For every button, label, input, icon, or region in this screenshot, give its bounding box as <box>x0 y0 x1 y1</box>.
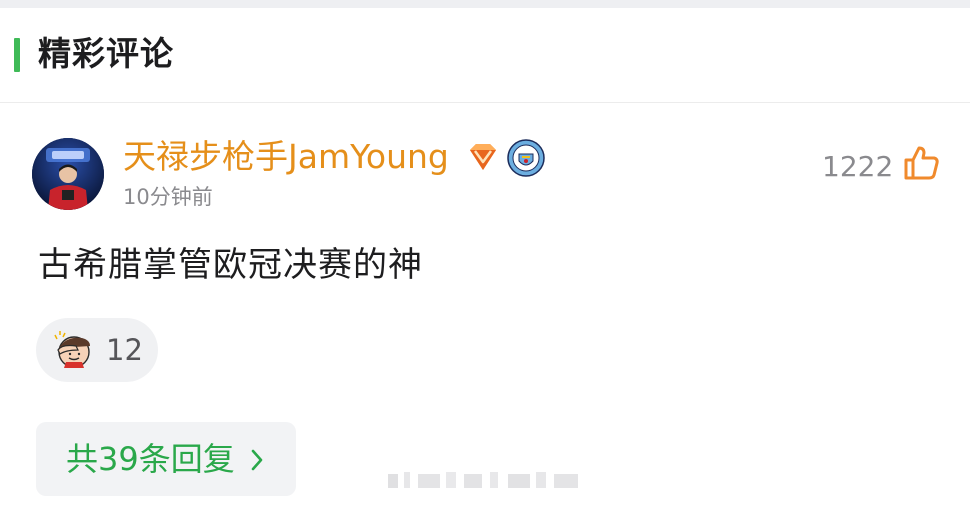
chevron-right-icon <box>248 448 266 472</box>
thumbs-up-icon[interactable] <box>902 144 940 182</box>
section-title: 精彩评论 <box>38 34 174 73</box>
comment-page: 精彩评论 天禄步枪手JamYoung 10分钟前 1222 古希腊掌管欧冠决赛的… <box>0 0 970 505</box>
view-replies-label: 共39条回复 <box>66 440 235 478</box>
comment-body: 古希腊掌管欧冠决赛的神 <box>38 245 423 285</box>
section-header: 精彩评论 <box>0 8 970 103</box>
reaction-pill[interactable]: 12 <box>36 318 158 382</box>
facepalm-emoji-icon <box>52 328 96 372</box>
watermark-image <box>384 466 586 494</box>
view-replies-button[interactable]: 共39条回复 <box>36 422 296 496</box>
top-divider-strip <box>0 0 970 8</box>
username[interactable]: 天禄步枪手JamYoung <box>123 136 449 178</box>
diamond-badge-icon <box>466 142 500 172</box>
man-city-badge-icon <box>507 139 545 177</box>
avatar[interactable] <box>32 138 104 210</box>
section-accent-bar <box>14 38 20 72</box>
like-count: 1222 <box>822 150 894 183</box>
avatar-image <box>32 138 104 210</box>
comment-timestamp: 10分钟前 <box>123 185 213 209</box>
reaction-count: 12 <box>106 333 143 367</box>
